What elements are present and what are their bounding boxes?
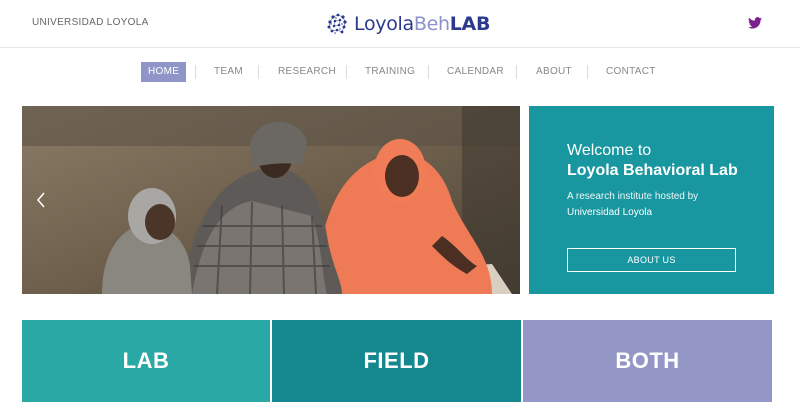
site-header: UNIVERSIDAD LOYOLA LoyolaBehLAB [0,0,800,48]
twitter-icon[interactable] [748,17,762,29]
hero-image [22,106,520,294]
nav-item-home[interactable]: HOME [141,62,187,82]
chevron-left-icon[interactable] [36,192,46,208]
logo-text-beh: Beh [413,13,450,35]
nav-divider [346,65,347,79]
nav-item-calendar[interactable]: CALENDAR [447,62,504,82]
site-logo[interactable]: LoyolaBehLAB [324,11,490,37]
tile-field[interactable]: FIELD [272,320,521,402]
brain-network-icon [327,13,347,34]
nav-divider [195,65,196,79]
welcome-panel: Welcome to Loyola Behavioral Lab A resea… [529,106,774,294]
nav-divider [516,65,517,79]
nav-item-research[interactable]: RESEARCH [278,62,336,82]
welcome-heading: Welcome to [567,142,652,159]
tile-lab[interactable]: LAB [22,320,270,402]
logo-text-loyola: Loyola [354,13,414,35]
welcome-title: Loyola Behavioral Lab [567,162,738,179]
main-nav: HOME TEAM RESEARCH TRAINING CALENDAR ABO… [0,62,800,82]
nav-divider [258,65,259,79]
university-link[interactable]: UNIVERSIDAD LOYOLA [32,17,149,28]
tile-both[interactable]: BOTH [523,320,772,402]
about-us-button[interactable]: ABOUT US [567,248,736,272]
nav-item-contact[interactable]: CONTACT [606,62,656,82]
nav-item-team[interactable]: TEAM [214,62,243,82]
welcome-subtitle: A research institute hosted by [567,191,699,202]
nav-divider [428,65,429,79]
welcome-host: Universidad Loyola [567,207,653,218]
nav-item-about[interactable]: ABOUT [536,62,572,82]
logo-text-lab: LAB [449,13,491,35]
nav-divider [587,65,588,79]
nav-item-training[interactable]: TRAINING [365,62,415,82]
